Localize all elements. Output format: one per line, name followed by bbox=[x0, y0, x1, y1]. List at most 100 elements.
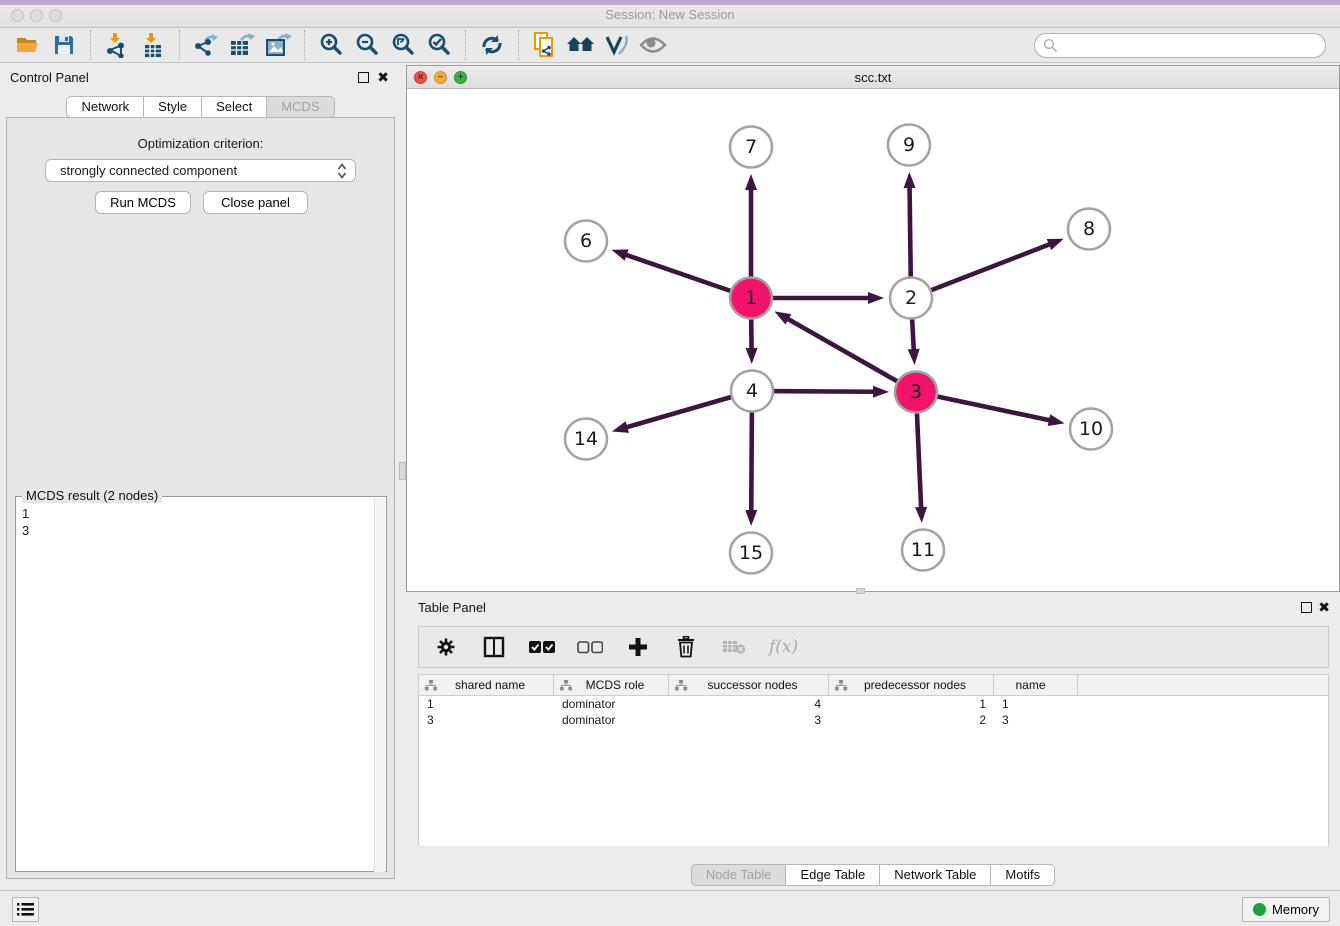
table-cell[interactable]: dominator bbox=[554, 696, 669, 712]
table-row[interactable]: 1dominator411 bbox=[419, 696, 1328, 712]
table-cell[interactable]: 3 bbox=[419, 712, 554, 728]
select-stepper-icon bbox=[337, 162, 347, 180]
apply-layout-icon[interactable] bbox=[474, 30, 510, 60]
export-table-icon[interactable] bbox=[224, 30, 260, 60]
graph-node-10[interactable]: 10 bbox=[1070, 409, 1112, 450]
table-cell[interactable]: 2 bbox=[829, 712, 994, 728]
function-builder-icon: f(x) bbox=[769, 637, 798, 657]
graph-node-8[interactable]: 8 bbox=[1068, 209, 1110, 250]
network-canvas[interactable]: 7 9 6 8 1 2 4 3 14 10 15 11 bbox=[407, 89, 1339, 591]
task-history-icon[interactable] bbox=[12, 897, 39, 922]
graph-node-4[interactable]: 4 bbox=[731, 371, 773, 412]
new-network-from-selection-icon[interactable] bbox=[527, 30, 563, 60]
graph-node-1[interactable]: 1 bbox=[730, 278, 772, 319]
delete-row-icon[interactable] bbox=[673, 633, 699, 661]
save-session-icon[interactable] bbox=[46, 30, 82, 60]
close-panel-icon[interactable]: ✖ bbox=[1318, 599, 1330, 615]
graph-node-7[interactable]: 7 bbox=[730, 127, 772, 168]
mcds-result-text[interactable]: 1 3 bbox=[22, 505, 29, 539]
tab-select[interactable]: Select bbox=[201, 96, 266, 118]
search-box[interactable] bbox=[1034, 33, 1326, 58]
tab-network[interactable]: Network bbox=[66, 96, 143, 118]
run-mcds-button[interactable]: Run MCDS bbox=[95, 191, 191, 214]
table-cell[interactable]: 1 bbox=[829, 696, 994, 712]
open-file-icon[interactable] bbox=[10, 30, 46, 60]
arrowhead-icon bbox=[904, 172, 916, 188]
column-header-name[interactable]: name bbox=[994, 675, 1078, 695]
toolbar-separator bbox=[90, 30, 91, 60]
import-table-icon[interactable] bbox=[135, 30, 171, 60]
column-header-MCDS-role[interactable]: MCDS role bbox=[554, 675, 669, 695]
tab-node-table[interactable]: Node Table bbox=[691, 864, 786, 886]
zoom-out-icon[interactable] bbox=[349, 30, 385, 60]
splitter-handle[interactable] bbox=[856, 588, 865, 594]
select-all-icon[interactable] bbox=[529, 633, 555, 661]
svg-text:8: 8 bbox=[1083, 218, 1095, 240]
table-cell[interactable]: 1 bbox=[419, 696, 554, 712]
arrowhead-icon bbox=[612, 421, 629, 433]
svg-text:7: 7 bbox=[745, 136, 757, 158]
svg-text:3: 3 bbox=[910, 381, 922, 403]
network-window-titlebar[interactable]: × − + scc.txt bbox=[407, 66, 1339, 89]
column-header-predecessor-nodes[interactable]: predecessor nodes bbox=[829, 675, 994, 695]
zoom-in-icon[interactable] bbox=[313, 30, 349, 60]
table-cell[interactable]: dominator bbox=[554, 712, 669, 728]
close-panel-button[interactable]: Close panel bbox=[203, 191, 308, 214]
table-cell[interactable]: 3 bbox=[994, 712, 1078, 728]
tab-network-table[interactable]: Network Table bbox=[879, 864, 990, 886]
result-scrollbar[interactable] bbox=[374, 498, 385, 872]
zoom-fit-icon[interactable] bbox=[385, 30, 421, 60]
column-header-successor-nodes[interactable]: successor nodes bbox=[669, 675, 829, 695]
arrowhead-icon bbox=[612, 249, 629, 260]
export-image-icon[interactable] bbox=[260, 30, 296, 60]
import-network-icon[interactable] bbox=[99, 30, 135, 60]
deselect-all-icon[interactable] bbox=[577, 633, 603, 661]
svg-text:2: 2 bbox=[905, 287, 917, 309]
table-cell[interactable]: 4 bbox=[669, 696, 829, 712]
graph-node-14[interactable]: 14 bbox=[565, 419, 607, 460]
table-cell[interactable]: 3 bbox=[669, 712, 829, 728]
node-table[interactable]: shared nameMCDS rolesuccessor nodesprede… bbox=[418, 674, 1329, 846]
graph-node-9[interactable]: 9 bbox=[888, 125, 930, 166]
tab-mcds[interactable]: MCDS bbox=[266, 96, 334, 118]
graph-node-2[interactable]: 2 bbox=[890, 278, 932, 319]
graph-node-15[interactable]: 15 bbox=[730, 533, 772, 574]
sort-tree-icon bbox=[835, 680, 847, 691]
float-panel-icon[interactable] bbox=[1301, 602, 1312, 613]
tab-style[interactable]: Style bbox=[143, 96, 201, 118]
close-panel-icon[interactable]: ✖ bbox=[377, 69, 389, 85]
table-cell[interactable]: 1 bbox=[994, 696, 1078, 712]
float-panel-icon[interactable] bbox=[358, 72, 369, 83]
graph-node-3[interactable]: 3 bbox=[895, 372, 937, 413]
toolbar-separator bbox=[465, 30, 466, 60]
control-panel: Control Panel ✖ NetworkStyleSelectMCDS O… bbox=[0, 65, 401, 888]
tab-edge-table[interactable]: Edge Table bbox=[785, 864, 879, 886]
show-all-eye-icon[interactable] bbox=[635, 30, 671, 60]
hide-selected-icon[interactable] bbox=[599, 30, 635, 60]
control-panel-title: Control Panel bbox=[10, 70, 89, 85]
column-header-shared-name[interactable]: shared name bbox=[419, 675, 554, 695]
tab-motifs[interactable]: Motifs bbox=[990, 864, 1055, 886]
svg-text:6: 6 bbox=[580, 230, 592, 252]
memory-label: Memory bbox=[1272, 902, 1319, 917]
svg-text:11: 11 bbox=[911, 539, 935, 561]
graph-node-6[interactable]: 6 bbox=[565, 221, 607, 262]
table-panel: Table Panel ✖ bbox=[406, 595, 1340, 888]
splitter-handle[interactable] bbox=[399, 462, 406, 480]
sort-tree-icon bbox=[675, 680, 687, 691]
delete-table-icon bbox=[721, 633, 747, 661]
search-input[interactable] bbox=[1058, 35, 1325, 55]
edge-2-8[interactable] bbox=[911, 243, 1052, 298]
add-row-icon[interactable] bbox=[625, 633, 651, 661]
column-layout-icon[interactable] bbox=[481, 633, 507, 661]
svg-text:1: 1 bbox=[745, 287, 757, 309]
houses-icon[interactable] bbox=[563, 30, 599, 60]
gear-icon[interactable] bbox=[433, 633, 459, 661]
graph-node-11[interactable]: 11 bbox=[902, 530, 944, 571]
table-row[interactable]: 3dominator323 bbox=[419, 712, 1328, 728]
memory-button[interactable]: Memory bbox=[1242, 897, 1330, 922]
optimization-criterion-select[interactable]: strongly connected component bbox=[45, 159, 356, 182]
zoom-selected-icon[interactable] bbox=[421, 30, 457, 60]
export-network-icon[interactable] bbox=[188, 30, 224, 60]
edge-3-1[interactable] bbox=[786, 318, 916, 392]
